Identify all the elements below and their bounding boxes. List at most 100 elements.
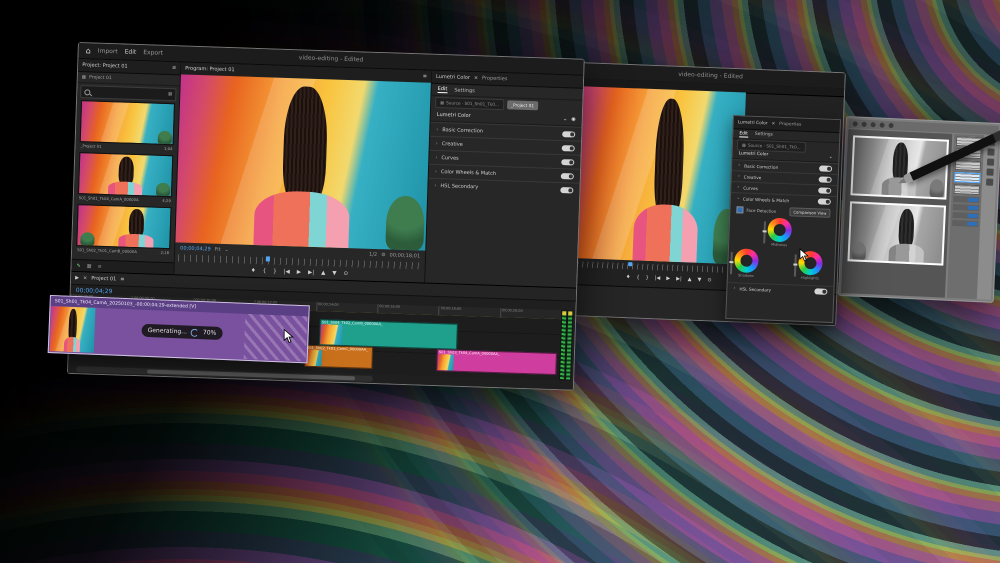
program-monitor: Program: Project 01 ≡ 00;00;04;29 Fit ⌄ … [174, 62, 432, 282]
tool-icon[interactable] [871, 122, 876, 127]
tool-icon[interactable] [987, 148, 994, 155]
preset-item[interactable] [955, 160, 981, 171]
step-back-icon[interactable]: |◀ [284, 269, 290, 275]
project-item[interactable]: _Project 01 1;04 [79, 100, 175, 153]
export-frame-icon[interactable]: ⊙ [343, 271, 348, 277]
toggle-basic-correction[interactable] [819, 165, 832, 171]
plant [156, 183, 170, 196]
project-chip[interactable]: _Project 01 [507, 100, 538, 110]
property-row[interactable] [952, 220, 978, 227]
close-icon[interactable]: × [771, 121, 775, 126]
tool-icon[interactable] [986, 168, 993, 175]
list-view-icon[interactable]: ≡ [97, 263, 101, 269]
eye-icon[interactable]: ◉ [571, 116, 576, 122]
playhead[interactable] [266, 256, 270, 261]
marker-icon[interactable]: ♦ [251, 268, 256, 274]
toggle-color-wheels[interactable] [561, 173, 574, 179]
toggle-hsl-secondary[interactable] [814, 288, 827, 294]
person-sweater [63, 337, 80, 353]
preset-item-selected[interactable] [954, 172, 980, 183]
midtones-slider[interactable] [763, 221, 766, 243]
effect-dropdown-label: Lumetri Color [738, 151, 768, 157]
step-forward-icon[interactable]: ▶| [308, 270, 314, 276]
project-item[interactable]: S01_Sh01_Tk04_CamA_00000A 4;29 [78, 152, 174, 205]
toggle-creative[interactable] [562, 145, 575, 151]
tab-properties[interactable]: Properties [779, 121, 801, 127]
section-label: Creative [744, 174, 815, 182]
project-item[interactable]: S01_Sh02_Tk01_CamB_00000A 2;18 [76, 204, 172, 257]
midtones-wheel[interactable] [767, 217, 792, 242]
menu-icon[interactable]: ≡ [120, 277, 124, 283]
play-icon[interactable]: ▶ [297, 269, 301, 275]
lift-icon[interactable]: ▲ [321, 270, 325, 276]
grid-view-icon[interactable]: ▦ [87, 263, 92, 269]
shadows-wheel[interactable] [734, 248, 759, 273]
lumetri-panel: Lumetri Color × Properties Edit Settings… [425, 71, 583, 288]
pen-icon[interactable]: ✎ [76, 263, 80, 269]
toggle-creative[interactable] [819, 176, 832, 182]
playhead[interactable] [628, 262, 632, 266]
timeline-clip-orange[interactable]: S01_Sh02_Tk01_CamC_00000AA_ [304, 345, 373, 369]
generating-clip[interactable]: S01_Sh01_Tk04_CamA_20250103_-00;00;04;29… [48, 295, 310, 363]
settings-icon[interactable]: ⚙ [381, 252, 386, 258]
face-detection-checkbox[interactable] [736, 206, 743, 213]
property-row[interactable] [953, 204, 979, 211]
tool-icon[interactable] [880, 123, 885, 128]
play-icon[interactable]: ▶ [666, 276, 670, 282]
source-chip[interactable]: ▦ Source · S01_Sh01_Tk0... [435, 97, 504, 110]
extract-icon[interactable]: ▼ [697, 277, 701, 283]
tab-settings[interactable]: Settings [454, 87, 475, 94]
collapse-icon[interactable]: ▶ [75, 275, 79, 281]
tab-lumetri-color[interactable]: Lumetri Color [738, 120, 768, 126]
menu-icon[interactable]: ≡ [172, 65, 176, 71]
close-icon[interactable]: × [83, 275, 87, 281]
timeline-clip-magenta[interactable]: S01_Sh03_Tk04_CamA_00000AA_ [436, 349, 557, 375]
toggle-curves[interactable] [561, 159, 574, 165]
marker-icon[interactable]: ♦ [626, 274, 631, 280]
tool-icon[interactable] [986, 158, 993, 165]
tool-icon[interactable] [985, 178, 992, 185]
bin-row[interactable]: ▦ Project 01 [78, 72, 180, 86]
tab-lumetri-color[interactable]: Lumetri Color [436, 74, 470, 81]
tab-edit[interactable]: Edit [438, 86, 448, 93]
tool-icon[interactable] [853, 121, 858, 126]
tab-sequence[interactable]: Project 01 [91, 276, 116, 283]
export-frame-icon[interactable]: ⊙ [707, 277, 711, 283]
preset-item[interactable] [954, 184, 980, 195]
extract-icon[interactable]: ▼ [332, 271, 336, 277]
tab-settings[interactable]: Settings [755, 132, 773, 138]
chevron-right-icon: › [435, 168, 437, 174]
toggle-color-wheels[interactable] [818, 198, 831, 204]
storyboard-frame[interactable] [847, 201, 946, 265]
step-back-icon[interactable]: |◀ [655, 275, 661, 281]
midtones-wheel-group: Midtones [763, 217, 792, 247]
lift-icon[interactable]: ▲ [688, 276, 692, 282]
toggle-basic-correction[interactable] [562, 131, 575, 137]
tool-icon[interactable] [862, 122, 867, 127]
mark-in-icon[interactable]: { [636, 274, 639, 280]
search-input[interactable]: ▦ [80, 85, 176, 101]
tab-properties[interactable]: Properties [482, 75, 507, 82]
mark-out-icon[interactable]: } [645, 275, 648, 281]
close-icon[interactable]: × [474, 75, 478, 81]
toggle-curves[interactable] [818, 187, 831, 193]
zoom-select[interactable]: Fit [215, 247, 221, 253]
resolution-select[interactable]: 1/2 [369, 252, 377, 258]
comparison-view-button[interactable]: Comparison View [789, 207, 830, 218]
folder-icon[interactable]: ▦ [168, 92, 172, 97]
tool-icon[interactable] [889, 123, 894, 128]
menu-icon[interactable]: ≡ [423, 73, 427, 79]
highlights-slider[interactable] [794, 254, 797, 276]
step-forward-icon[interactable]: ▶| [676, 276, 682, 282]
tab-program[interactable]: Program: Project 01 [185, 66, 235, 74]
mark-in-icon[interactable]: { [263, 268, 267, 274]
tab-edit[interactable]: Edit [739, 131, 748, 137]
toggle-hsl-secondary[interactable] [560, 187, 573, 193]
section-label: Creative [442, 141, 558, 151]
shadows-slider[interactable] [730, 252, 733, 274]
property-row[interactable] [952, 212, 978, 219]
mark-out-icon[interactable]: } [273, 269, 277, 275]
tab-project[interactable]: Project: Project 01 [82, 62, 128, 70]
lumetri-panel-back: Lumetri Color × Properties Edit Settings… [725, 115, 841, 323]
property-row[interactable] [953, 196, 979, 203]
